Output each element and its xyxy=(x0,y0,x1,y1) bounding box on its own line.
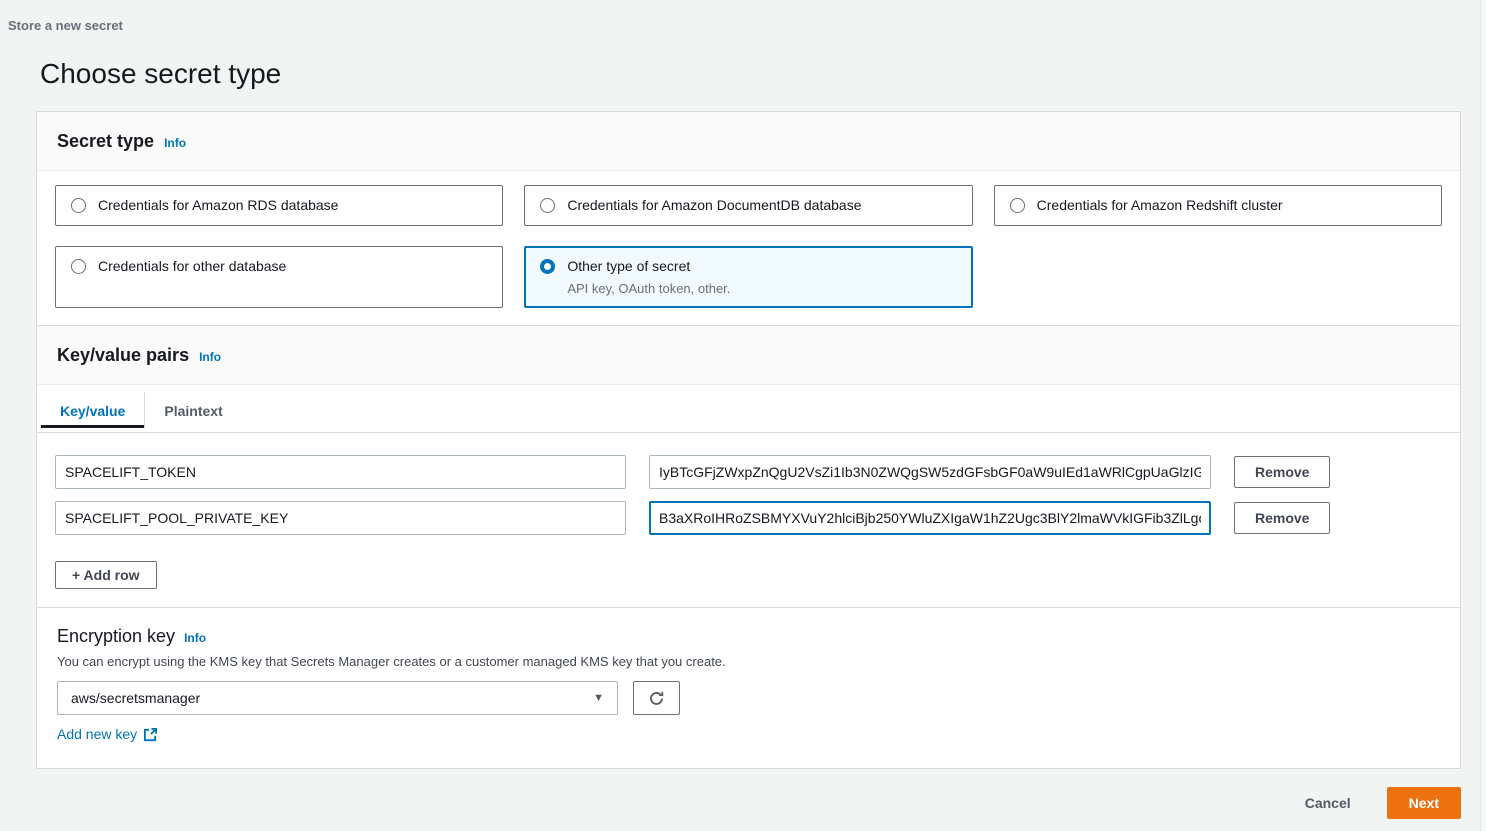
radio-unchecked-icon[interactable] xyxy=(71,259,86,274)
remove-row-button[interactable]: Remove xyxy=(1234,502,1330,534)
encryption-key-heading: Encryption key xyxy=(57,626,175,647)
option-documentdb-database[interactable]: Credentials for Amazon DocumentDB databa… xyxy=(524,185,972,226)
key-value-pairs-heading: Key/value pairs xyxy=(57,345,189,366)
secret-type-section: Secret type Info Credentials for Amazon … xyxy=(37,112,1460,325)
radio-unchecked-icon[interactable] xyxy=(540,198,555,213)
option-description: API key, OAuth token, other. xyxy=(567,281,730,296)
option-other-type-of-secret[interactable]: Other type of secret API key, OAuth toke… xyxy=(524,246,972,308)
tab-key-value[interactable]: Key/value xyxy=(41,392,144,428)
scrollbar[interactable] xyxy=(1480,0,1487,831)
kms-key-select[interactable]: aws/secretsmanager ▼ xyxy=(57,681,618,715)
chevron-down-icon: ▼ xyxy=(593,692,604,704)
radio-unchecked-icon[interactable] xyxy=(71,198,86,213)
key-input[interactable] xyxy=(55,501,626,535)
option-label: Other type of secret xyxy=(567,258,690,274)
tab-plaintext[interactable]: Plaintext xyxy=(144,392,241,428)
cancel-button[interactable]: Cancel xyxy=(1299,794,1357,812)
key-value-pairs-info-link[interactable]: Info xyxy=(199,350,221,364)
key-value-pairs-section: Key/value pairs Info Key/value Plaintext… xyxy=(37,325,1460,607)
value-input[interactable] xyxy=(649,455,1211,489)
option-label: Credentials for Amazon Redshift cluster xyxy=(1037,197,1283,214)
key-input[interactable] xyxy=(55,455,626,489)
option-label: Credentials for Amazon DocumentDB databa… xyxy=(567,197,861,214)
encryption-key-description: You can encrypt using the KMS key that S… xyxy=(57,654,1440,670)
form-card: Secret type Info Credentials for Amazon … xyxy=(36,111,1461,769)
encryption-key-info-link[interactable]: Info xyxy=(184,631,206,645)
option-redshift-cluster[interactable]: Credentials for Amazon Redshift cluster xyxy=(994,185,1442,226)
key-value-row: Remove xyxy=(55,501,1442,535)
value-input[interactable] xyxy=(649,501,1211,535)
key-value-row: Remove xyxy=(55,455,1442,489)
secret-type-heading: Secret type xyxy=(57,131,154,152)
add-new-key-link[interactable]: Add new key xyxy=(57,726,158,742)
key-value-tabs: Key/value Plaintext xyxy=(37,385,1460,433)
key-value-pairs-header: Key/value pairs Info xyxy=(37,326,1460,385)
kms-key-selected-value: aws/secretsmanager xyxy=(71,690,200,706)
option-rds-database[interactable]: Credentials for Amazon RDS database xyxy=(55,185,503,226)
option-label: Credentials for other database xyxy=(98,258,286,275)
radio-checked-icon[interactable] xyxy=(540,259,555,274)
secret-type-info-link[interactable]: Info xyxy=(164,136,186,150)
next-button[interactable]: Next xyxy=(1387,787,1461,819)
option-other-database[interactable]: Credentials for other database xyxy=(55,246,503,308)
option-label: Credentials for Amazon RDS database xyxy=(98,197,338,214)
add-row-button[interactable]: + Add row xyxy=(55,561,157,589)
add-new-key-label: Add new key xyxy=(57,726,137,742)
radio-unchecked-icon[interactable] xyxy=(1010,198,1025,213)
remove-row-button[interactable]: Remove xyxy=(1234,456,1330,488)
secret-type-header: Secret type Info xyxy=(37,112,1460,171)
breadcrumb: Store a new secret xyxy=(0,0,1487,33)
external-link-icon xyxy=(143,727,158,742)
key-value-rows: Remove Remove + Add row xyxy=(37,433,1460,607)
refresh-icon xyxy=(648,690,665,707)
wizard-footer: Cancel Next xyxy=(0,787,1461,819)
encryption-key-section: Encryption key Info You can encrypt usin… xyxy=(37,607,1460,768)
secret-type-options: Credentials for Amazon RDS database Cred… xyxy=(37,171,1460,325)
page-title: Choose secret type xyxy=(40,58,1487,90)
refresh-keys-button[interactable] xyxy=(633,681,680,715)
